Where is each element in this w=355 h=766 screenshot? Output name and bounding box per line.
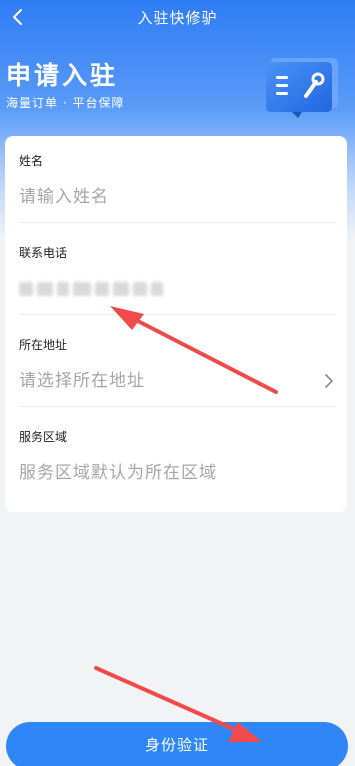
address-label: 所在地址 xyxy=(19,338,68,352)
chevron-right-icon xyxy=(325,374,333,388)
identity-verify-button[interactable]: 身份验证 xyxy=(6,722,348,766)
chevron-left-icon xyxy=(13,9,22,25)
form-card: 姓名 请输入姓名 联系电话 所在地址 请选择所在地址 服务区域 服务区域默认为所… xyxy=(5,136,347,512)
service-area-value: 服务区域默认为所在区域 xyxy=(19,463,217,483)
page-title: 入驻快修驴 xyxy=(137,8,218,27)
name-label: 姓名 xyxy=(19,154,44,168)
address-field[interactable]: 所在地址 请选择所在地址 xyxy=(19,336,335,407)
name-input[interactable]: 请输入姓名 xyxy=(19,187,335,207)
phone-input[interactable] xyxy=(19,279,335,299)
service-area-label: 服务区域 xyxy=(19,430,68,444)
name-field: 姓名 请输入姓名 xyxy=(19,152,335,223)
annotation-arrow-button xyxy=(94,666,238,732)
back-button[interactable] xyxy=(6,6,28,28)
divider xyxy=(19,314,335,315)
hero-subline: 海量订单 · 平台保障 xyxy=(6,96,125,110)
divider xyxy=(19,406,335,407)
phone-field: 联系电话 xyxy=(19,244,335,315)
phone-label: 联系电话 xyxy=(19,246,68,260)
nav-bar: 入驻快修驴 xyxy=(0,0,355,34)
wrench-book-icon xyxy=(266,58,338,118)
service-area-field: 服务区域 服务区域默认为所在区域 xyxy=(19,428,335,483)
hero-headline: 申请入驻 xyxy=(6,61,119,90)
divider xyxy=(19,222,335,223)
address-select[interactable]: 请选择所在地址 xyxy=(19,371,335,391)
